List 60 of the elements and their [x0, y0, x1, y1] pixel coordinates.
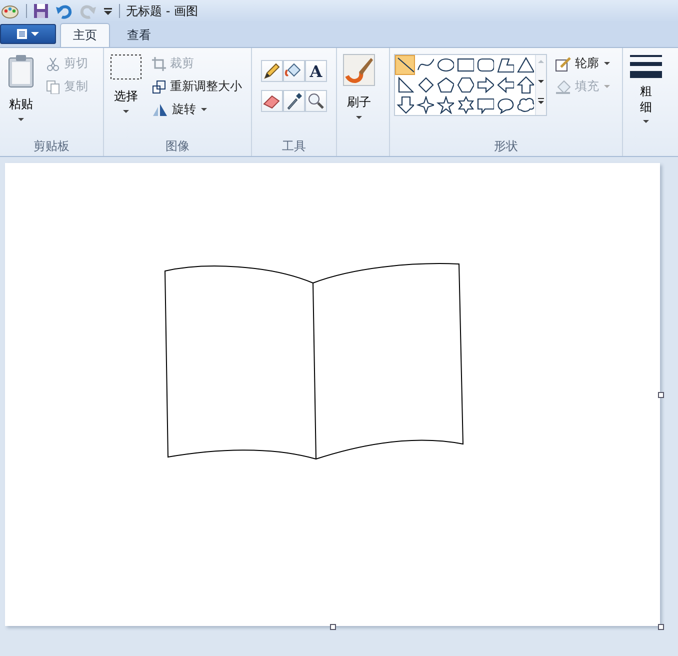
file-menu-button[interactable] — [0, 24, 56, 44]
pencil-icon — [555, 56, 571, 72]
group-label: 剪贴板 — [32, 138, 70, 155]
line-shape-button[interactable] — [395, 55, 415, 75]
text-tool-button[interactable]: A — [305, 60, 327, 82]
caret-icon — [200, 107, 208, 112]
fill-tool-button[interactable] — [283, 60, 305, 82]
group-label: 工具 — [281, 138, 307, 155]
clipboard-icon — [6, 54, 36, 88]
crop-icon — [152, 56, 166, 70]
outline-button[interactable]: 轮廓 — [553, 54, 613, 73]
selection-rectangle-icon — [110, 54, 142, 80]
select-button[interactable]: 选择 — [108, 52, 144, 116]
ribbon-tab[interactable]: 主页 — [60, 23, 110, 47]
caret-icon — [122, 109, 130, 114]
save-icon[interactable] — [33, 3, 49, 19]
paintbrush-icon — [343, 54, 375, 86]
triangle-shape-button[interactable] — [515, 55, 535, 75]
arrow-up-shape-button[interactable] — [515, 75, 535, 95]
magnifier-icon — [306, 91, 326, 111]
customize-caret-icon[interactable] — [103, 5, 113, 17]
window-title: 无标题 - 画图 — [126, 2, 198, 20]
image-action-button[interactable]: 重新调整大小 — [150, 77, 244, 96]
pentagon-shape-button[interactable] — [435, 75, 455, 95]
caret-icon — [603, 61, 611, 66]
line-width-icon — [629, 54, 663, 80]
arrow-down-shape-button[interactable] — [395, 95, 415, 115]
ribbon-tab[interactable]: 查看 — [114, 23, 164, 47]
menu-icon — [15, 28, 41, 40]
star4-shape-button[interactable] — [415, 95, 435, 115]
rotate-icon — [152, 102, 168, 116]
picker-tool-button[interactable] — [283, 90, 305, 112]
resize-icon — [152, 80, 166, 94]
brushes-button[interactable]: 刷子 — [341, 52, 377, 122]
eraser-tool-button[interactable] — [261, 90, 283, 112]
star5-shape-button[interactable] — [435, 95, 455, 115]
magnifier-tool-button[interactable] — [305, 90, 327, 112]
resize-handle[interactable] — [330, 624, 336, 630]
hexagon-shape-button[interactable] — [455, 75, 475, 95]
undo-icon[interactable] — [55, 3, 73, 19]
paste-button[interactable]: 粘贴 — [4, 52, 38, 124]
callout-cloud-shape-button[interactable] — [515, 95, 535, 115]
size-button[interactable]: 粗细 — [627, 52, 665, 126]
pencil-tool-button[interactable] — [261, 60, 283, 82]
arrow-right-shape-button[interactable] — [475, 75, 495, 95]
group-label: 图像 — [164, 138, 190, 155]
group-label: 形状 — [493, 138, 519, 155]
star6-shape-button[interactable] — [455, 95, 475, 115]
scissors-icon — [46, 56, 60, 70]
bucket-icon — [555, 78, 571, 94]
caret-icon — [603, 84, 611, 89]
resize-handle[interactable] — [658, 392, 664, 398]
arrow-left-shape-button[interactable] — [495, 75, 515, 95]
caret-icon — [17, 117, 25, 122]
caret-icon — [642, 119, 650, 124]
pencil-icon — [262, 61, 282, 81]
resize-handle[interactable] — [658, 624, 664, 630]
caret-icon — [355, 115, 363, 120]
copy-icon — [46, 80, 60, 94]
image-action-button[interactable]: 旋转 — [150, 100, 244, 119]
